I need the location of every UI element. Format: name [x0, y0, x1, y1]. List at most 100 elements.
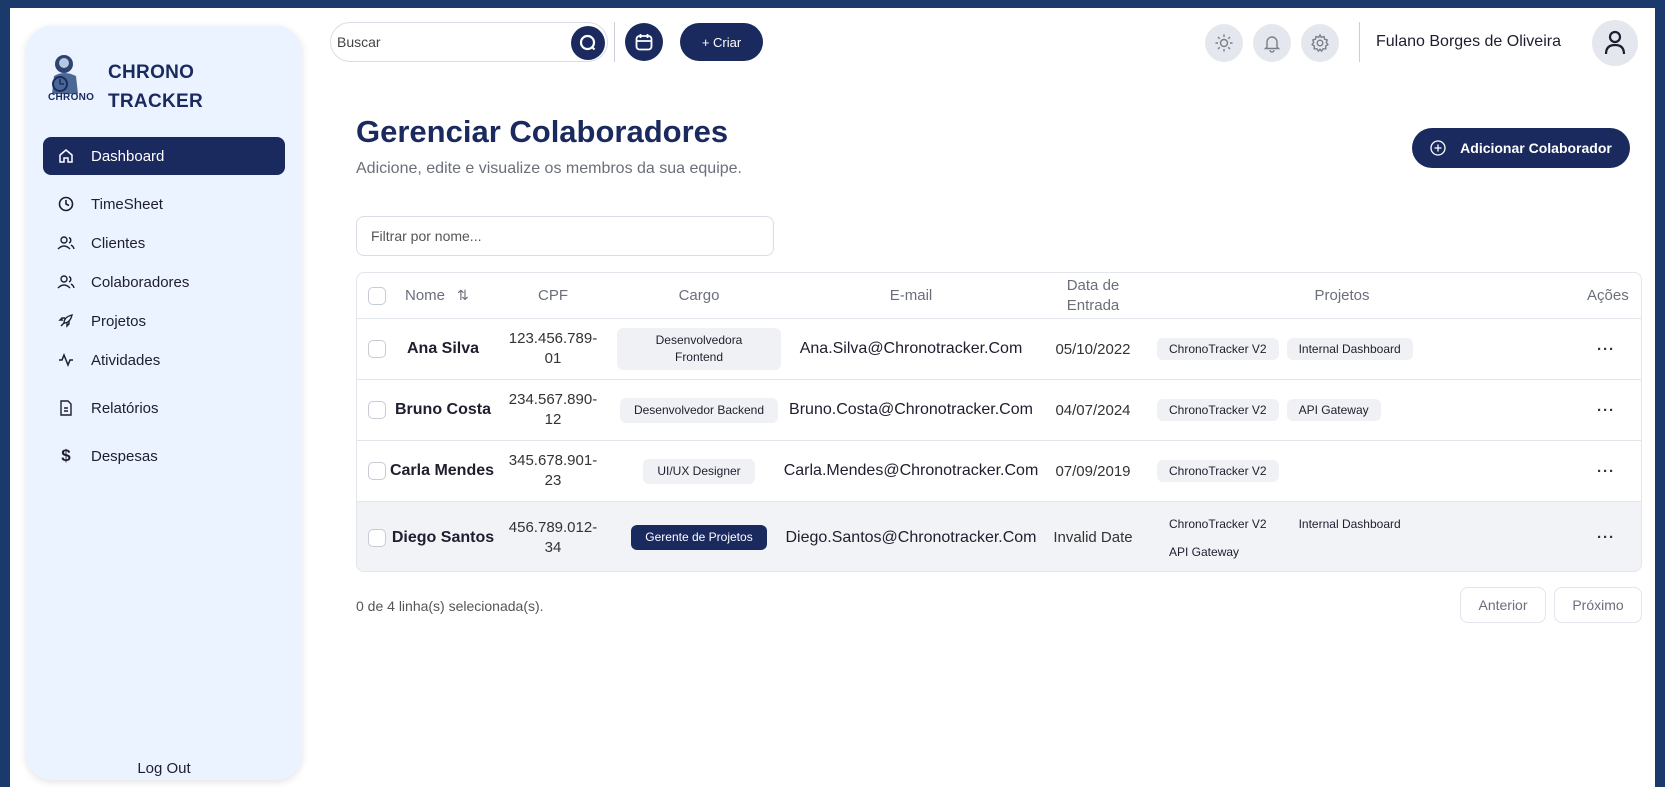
row-actions-button[interactable]: ··· [1597, 380, 1615, 440]
table-row[interactable]: Carla Mendes 345.678.901-23 UI/UX Design… [357, 441, 1641, 502]
project-tag: API Gateway [1286, 399, 1381, 421]
app-name-line1: CHRONO [108, 62, 195, 83]
select-all-checkbox[interactable] [368, 286, 386, 305]
app-logo[interactable]: CHRONO CHRONO TRACKER [48, 52, 203, 116]
create-button[interactable]: + Criar [680, 23, 763, 61]
row-cargo-cell: Desenvolvedora Frontend [615, 319, 783, 379]
row-projetos: ChronoTracker V2 Internal Dashboard [1157, 319, 1577, 379]
logout-button[interactable]: Log Out [26, 760, 302, 777]
search-button[interactable] [571, 26, 605, 60]
row-projetos: ChronoTracker V2 [1157, 441, 1577, 501]
row-nome: Diego Santos [391, 528, 495, 546]
gear-icon [1311, 33, 1329, 53]
table-row[interactable]: Diego Santos 456.789.012-34 Gerente de P… [357, 502, 1641, 571]
filter-box [356, 216, 774, 256]
sun-icon [1215, 34, 1233, 52]
row-data-entrada: 05/10/2022 [1055, 340, 1131, 358]
sidebar-item-label: Clientes [91, 234, 146, 252]
sidebar-item-projetos[interactable]: Projetos [43, 302, 285, 340]
row-checkbox-cell [368, 380, 386, 440]
next-page-button[interactable]: Próximo [1554, 587, 1642, 623]
sidebar-item-dashboard[interactable]: Dashboard [43, 137, 285, 175]
calendar-icon [635, 34, 653, 51]
bell-icon [1263, 36, 1281, 53]
row-data-entrada: 07/09/2019 [1055, 462, 1131, 480]
sidebar-item-label: Despesas [91, 447, 158, 465]
cargo-badge: UI/UX Designer [643, 458, 755, 484]
filter-by-name-input[interactable] [357, 217, 773, 255]
sidebar-item-clientes[interactable]: Clientes [43, 224, 285, 262]
colaboradores-table: Nome ⇅ CPF Cargo E-mail Data de Entrada … [356, 272, 1642, 572]
row-checkbox-cell [368, 502, 386, 571]
app-name-line2: TRACKER [108, 91, 203, 112]
sidebar-item-relatorios[interactable]: Relatórios [43, 389, 285, 427]
row-cpf: 234.567.890-12 [508, 391, 598, 428]
page-subtitle: Adicione, edite e visualize os membros d… [356, 160, 742, 177]
sidebar-item-despesas[interactable]: $ Despesas [43, 437, 285, 475]
row-email: Diego.Santos@Chronotracker.Com [785, 528, 1037, 546]
sidebar-item-timesheet[interactable]: TimeSheet [43, 185, 285, 223]
chronotracker-logo-icon: CHRONO [48, 52, 104, 108]
sidebar: CHRONO CHRONO TRACKER Dashboard TimeShee… [26, 26, 302, 780]
user-divider [1359, 22, 1360, 62]
users-icon [57, 273, 75, 291]
app-name: CHRONO TRACKER [108, 58, 203, 116]
row-projetos: ChronoTracker V2 API Gateway [1157, 380, 1577, 440]
row-email: Ana.Silva@Chronotracker.Com [799, 340, 1023, 357]
row-cpf: 345.678.901-23 [508, 452, 598, 489]
avatar[interactable] [1592, 20, 1638, 66]
row-actions-button[interactable]: ··· [1597, 319, 1615, 379]
sidebar-item-label: Relatórios [91, 399, 159, 417]
clock-icon [57, 195, 75, 213]
cargo-badge: Desenvolvedor Backend [619, 397, 779, 423]
row-actions-button[interactable]: ··· [1597, 441, 1615, 501]
row-cpf: 456.789.012-34 [508, 518, 598, 556]
user-name[interactable]: Fulano Borges de Oliveira [1376, 33, 1561, 51]
sidebar-item-label: Atividades [91, 351, 161, 369]
cargo-badge: Desenvolvedora Frontend [617, 328, 781, 370]
home-icon [57, 147, 75, 165]
notifications-button[interactable] [1253, 24, 1291, 62]
row-checkbox-cell [368, 319, 386, 379]
users-icon [57, 234, 75, 252]
theme-toggle-button[interactable] [1205, 24, 1243, 62]
column-header-email: E-mail [889, 287, 933, 304]
row-checkbox[interactable] [368, 340, 386, 358]
row-checkbox[interactable] [368, 462, 386, 480]
page-title: Gerenciar Colaboradores [356, 114, 729, 149]
sidebar-item-label: TimeSheet [91, 195, 163, 213]
row-nome: Bruno Costa [395, 401, 491, 418]
sidebar-item-colaboradores[interactable]: Colaboradores [43, 263, 285, 301]
sidebar-nav: Dashboard TimeSheet Clientes Colaborador… [43, 137, 285, 476]
user-icon [1604, 30, 1626, 55]
column-header-cpf: CPF [538, 287, 568, 304]
dollar-icon: $ [61, 446, 71, 465]
search-icon [579, 34, 596, 51]
row-email: Carla.Mendes@Chronotracker.Com [783, 462, 1039, 479]
plus-circle-icon [1430, 140, 1446, 156]
row-actions-button[interactable]: ··· [1597, 502, 1615, 571]
settings-button[interactable] [1301, 24, 1339, 62]
row-cargo-cell: Desenvolvedor Backend [613, 380, 785, 440]
row-checkbox[interactable] [368, 528, 386, 547]
column-header-data: Data de Entrada [1066, 276, 1120, 314]
row-nome: Carla Mendes [389, 462, 495, 479]
table-row[interactable]: Bruno Costa 234.567.890-12 Desenvolvedor… [357, 380, 1641, 441]
previous-page-button[interactable]: Anterior [1460, 587, 1546, 623]
cargo-badge: Gerente de Projetos [631, 525, 767, 550]
calendar-button[interactable] [625, 23, 663, 61]
search-input[interactable] [331, 23, 551, 61]
add-colaborador-button[interactable]: Adicionar Colaborador [1412, 128, 1630, 168]
row-projetos: ChronoTracker V2 Internal Dashboard API … [1157, 502, 1477, 571]
column-header-nome[interactable]: Nome ⇅ [405, 273, 469, 318]
selection-count: 0 de 4 linha(s) selecionada(s). [356, 598, 544, 614]
project-tag: API Gateway [1157, 540, 1252, 563]
row-checkbox[interactable] [368, 401, 386, 419]
row-cargo-cell: Gerente de Projetos [615, 502, 783, 571]
sidebar-item-atividades[interactable]: Atividades [43, 341, 285, 379]
column-header-label: Nome [405, 287, 446, 304]
logo-mini-text: CHRONO [48, 92, 95, 103]
column-header-cargo: Cargo [678, 287, 720, 304]
row-email: Bruno.Costa@Chronotracker.Com [789, 401, 1033, 418]
table-row[interactable]: Ana Silva 123.456.789-01 Desenvolvedora … [357, 319, 1641, 380]
